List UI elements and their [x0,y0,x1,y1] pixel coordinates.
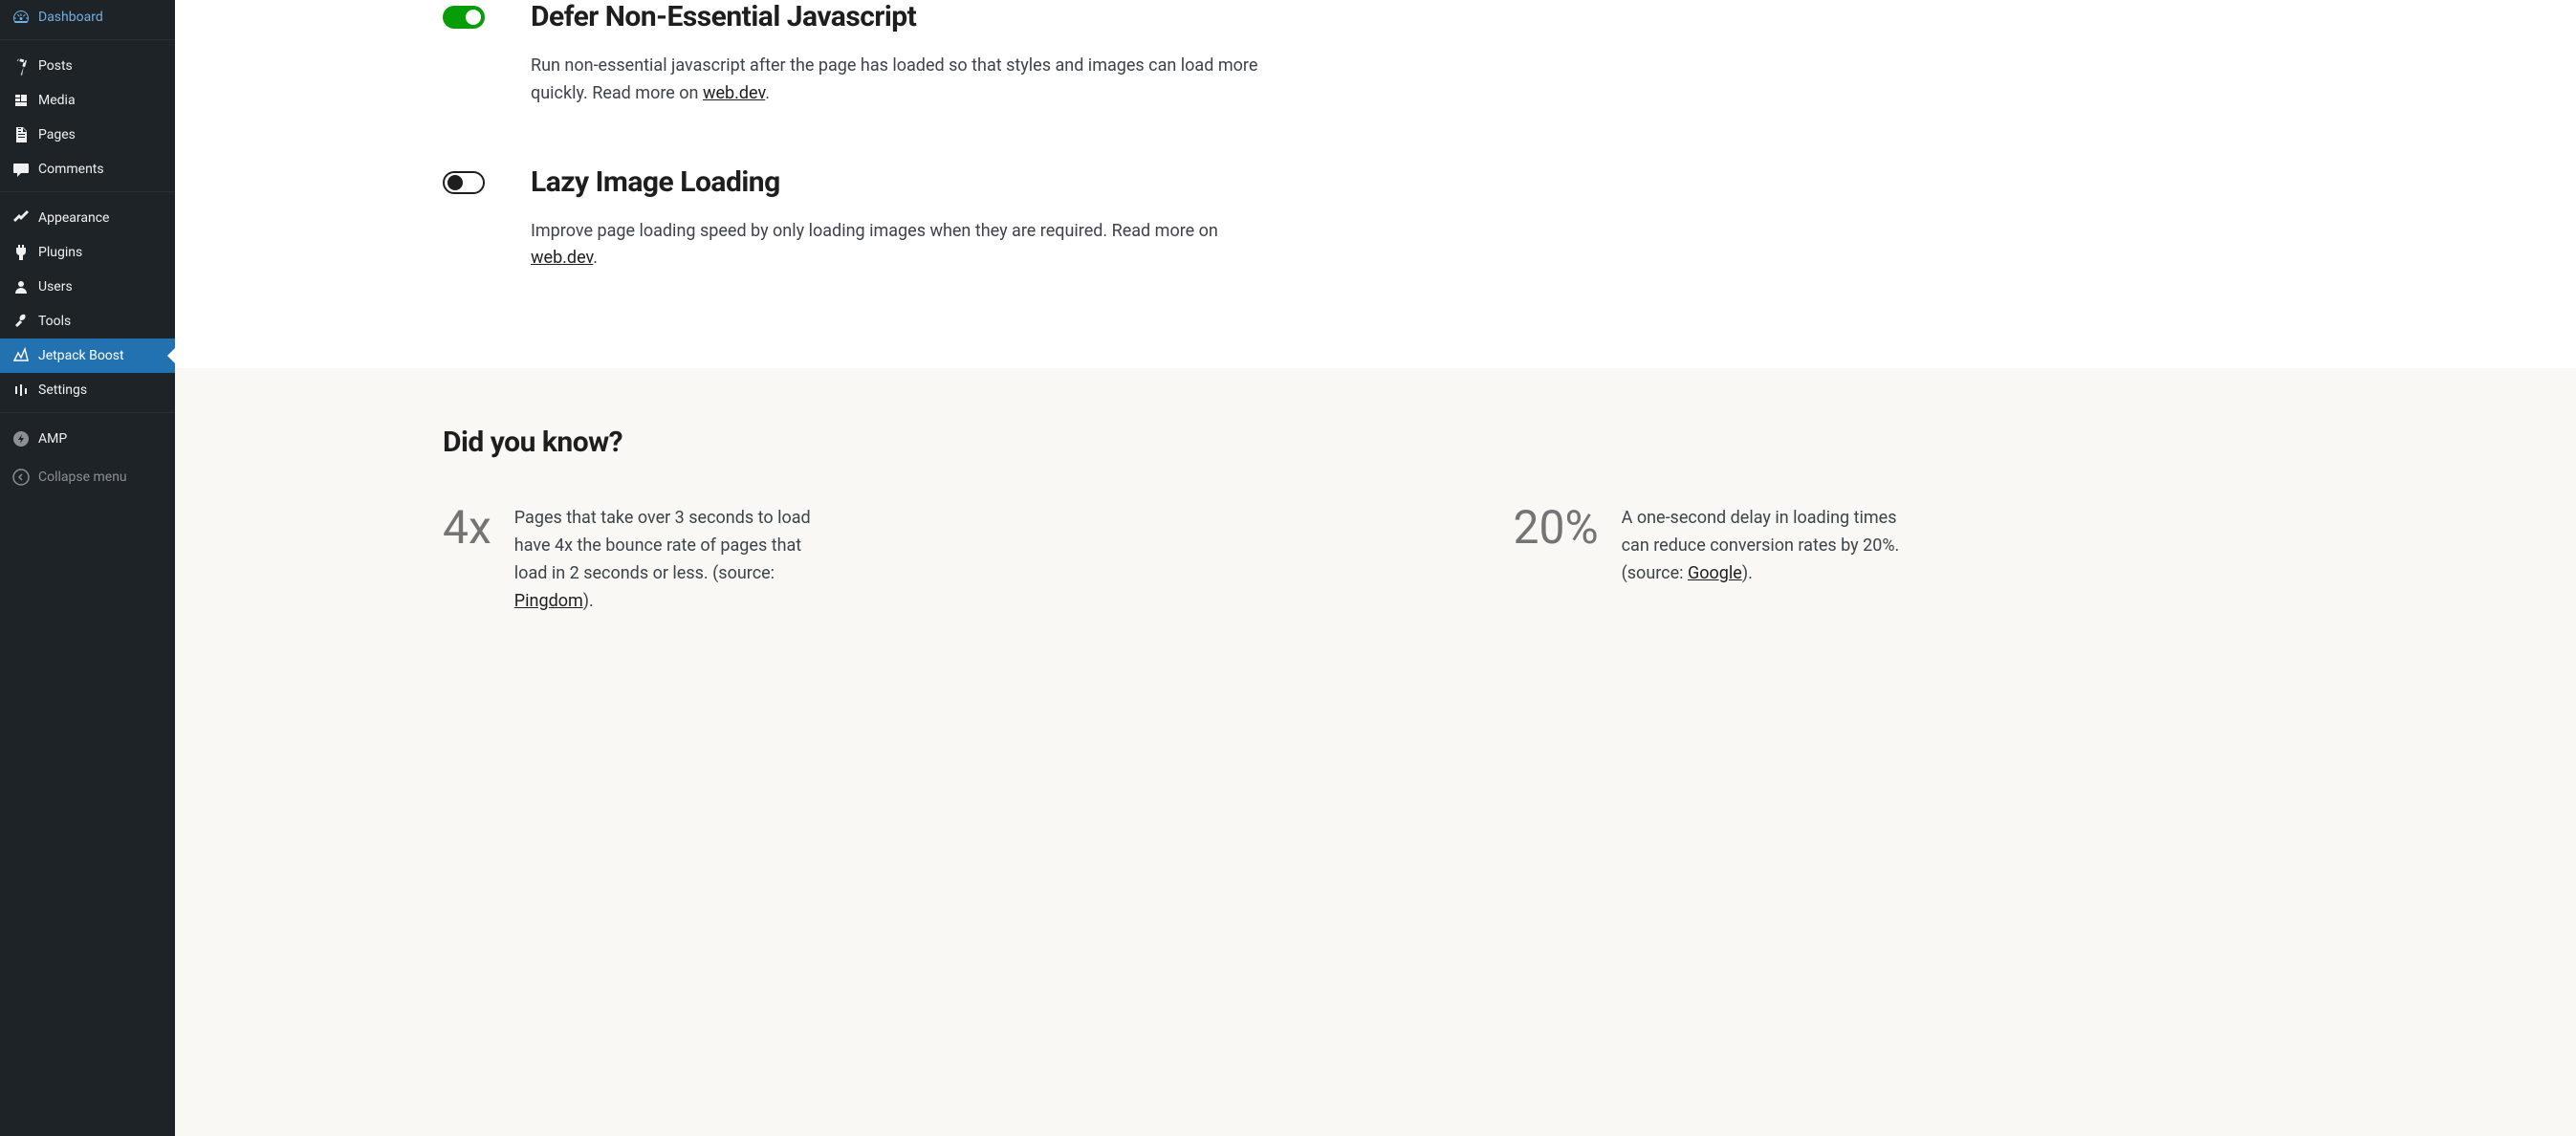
pin-icon [11,56,31,76]
sidebar-item-label: Appearance [38,210,109,226]
plugins-icon [11,243,31,262]
sidebar-item-label: Comments [38,162,104,177]
pages-icon [11,125,31,144]
dashboard-icon [11,8,31,27]
settings-section: Defer Non-Essential Javascript Run non-e… [175,0,1322,368]
fact-text: A one-second delay in loading times can … [1622,505,1928,587]
sidebar-item-label: Plugins [38,245,82,260]
sidebar-item-collapse[interactable]: Collapse menu [0,460,175,494]
fact-number: 4x [443,505,491,551]
webdev-link[interactable]: web.dev [703,83,765,103]
sidebar-separator [0,39,175,44]
setting-description: Run non-essential javascript after the p… [531,53,1277,108]
sidebar-item-label: Users [38,279,73,295]
amp-icon [11,429,31,448]
setting-content: Lazy Image Loading Improve page loading … [531,165,1277,273]
sidebar-item-users[interactable]: Users [0,270,175,304]
setting-lazy-images: Lazy Image Loading Improve page loading … [443,165,1284,273]
fact-conversion-rate: 20% A one-second delay in loading times … [1514,505,2539,615]
boost-icon [11,346,31,365]
sidebar-item-jetpack-boost[interactable]: Jetpack Boost [0,339,175,373]
sidebar-item-appearance[interactable]: Appearance [0,201,175,235]
sidebar-item-label: Collapse menu [38,470,127,485]
main-content: Defer Non-Essential Javascript Run non-e… [175,0,2576,1136]
google-link[interactable]: Google [1688,563,1742,583]
appearance-icon [11,208,31,228]
footer-title: Did you know? [443,426,2538,459]
webdev-link[interactable]: web.dev [531,248,593,268]
settings-icon [11,381,31,400]
sidebar-item-label: Posts [38,58,73,74]
toggle-knob [466,10,481,25]
sidebar-item-label: Tools [38,314,71,329]
sidebar-separator [0,191,175,196]
sidebar-item-plugins[interactable]: Plugins [0,235,175,270]
admin-sidebar: Dashboard Posts Media Pages Comments App… [0,0,175,1136]
fact-bounce-rate: 4x Pages that take over 3 seconds to loa… [443,505,1468,615]
sidebar-item-label: Settings [38,382,87,398]
sidebar-item-dashboard[interactable]: Dashboard [0,0,175,34]
setting-description: Improve page loading speed by only loadi… [531,218,1277,273]
toggle-knob [448,175,463,190]
sidebar-item-posts[interactable]: Posts [0,49,175,83]
sidebar-item-settings[interactable]: Settings [0,373,175,407]
sidebar-item-label: Dashboard [38,10,103,25]
tools-icon [11,312,31,331]
did-you-know-section: Did you know? 4x Pages that take over 3 … [175,368,2576,1136]
comments-icon [11,160,31,179]
toggle-defer-js[interactable] [443,6,485,29]
sidebar-separator [0,412,175,417]
sidebar-item-label: Media [38,93,76,108]
sidebar-item-amp[interactable]: AMP [0,422,175,456]
fact-number: 20% [1514,505,1599,551]
sidebar-item-comments[interactable]: Comments [0,152,175,186]
sidebar-item-label: AMP [38,431,67,447]
sidebar-item-tools[interactable]: Tools [0,304,175,339]
sidebar-item-pages[interactable]: Pages [0,118,175,152]
collapse-icon [11,468,31,487]
sidebar-item-label: Jetpack Boost [38,348,124,363]
facts-grid: 4x Pages that take over 3 seconds to loa… [443,505,2538,615]
sidebar-item-label: Pages [38,127,76,142]
media-icon [11,91,31,110]
setting-content: Defer Non-Essential Javascript Run non-e… [531,0,1277,108]
setting-title: Lazy Image Loading [531,165,1277,199]
sidebar-item-media[interactable]: Media [0,83,175,118]
toggle-lazy-images[interactable] [443,171,485,194]
setting-title: Defer Non-Essential Javascript [531,0,1277,33]
setting-defer-js: Defer Non-Essential Javascript Run non-e… [443,0,1284,108]
users-icon [11,277,31,296]
pingdom-link[interactable]: Pingdom [514,591,583,611]
fact-text: Pages that take over 3 seconds to load h… [514,505,820,615]
